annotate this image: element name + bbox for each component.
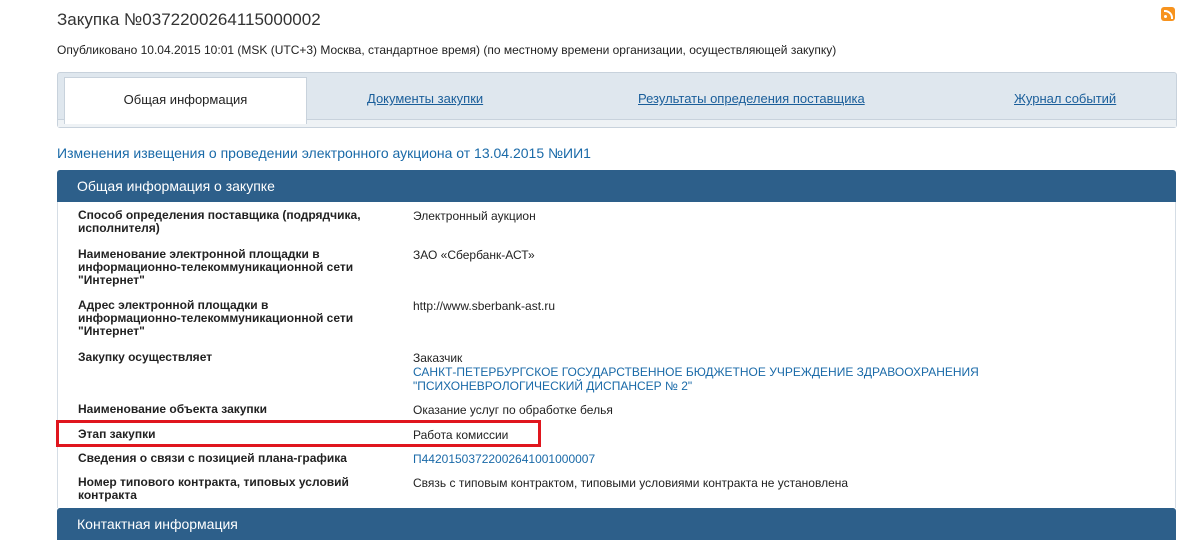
tab-bar: Общая информация Документы закупки Резул… — [57, 72, 1177, 128]
published-info: Опубликовано 10.04.2015 10:01 (MSK (UTC+… — [57, 43, 837, 57]
section-contacts-header: Контактная информация — [57, 508, 1176, 540]
tab-general-info[interactable]: Общая информация — [64, 77, 307, 124]
row-label-method: Способ определения поставщика (подрядчик… — [78, 208, 361, 235]
section-general-header: Общая информация о закупке — [57, 170, 1176, 202]
page-title: Закупка №0372200264115000002 — [57, 10, 321, 29]
stage-highlight-box — [56, 420, 541, 447]
changes-notice-link[interactable]: Изменения извещения о проведении электро… — [57, 145, 591, 161]
plan-position-link[interactable]: П44201503722002641001000007 — [413, 452, 595, 466]
row-value-platform-address: http://www.sberbank-ast.ru — [413, 299, 556, 313]
row-value-object: Оказание услуг по обработке белья — [413, 403, 613, 417]
row-label-object: Наименование объекта закупки — [78, 402, 268, 416]
tab-documents[interactable]: Документы закупки — [367, 91, 483, 106]
row-label-platform-address: Адрес электронной площадки в информацион… — [78, 298, 354, 338]
row-label-plan-position: Сведения о связи с позицией плана-график… — [78, 451, 347, 465]
tab-event-journal[interactable]: Журнал событий — [1014, 91, 1116, 106]
row-value-purchaser-role: Заказчик — [413, 351, 463, 365]
rss-icon[interactable] — [1161, 7, 1175, 21]
row-value-platform-name: ЗАО «Сбербанк-АСТ» — [413, 248, 535, 262]
row-label-contract-type: Номер типового контракта, типовых услови… — [78, 475, 349, 502]
row-label-platform-name: Наименование электронной площадки в инфо… — [78, 247, 354, 287]
row-label-purchaser: Закупку осуществляет — [78, 350, 213, 364]
row-value-method: Электронный аукцион — [413, 209, 536, 223]
purchaser-organization-link[interactable]: САНКТ-ПЕТЕРБУРГСКОЕ ГОСУДАРСТВЕННОЕ БЮДЖ… — [413, 365, 1133, 393]
tab-supplier-results[interactable]: Результаты определения поставщика — [638, 91, 865, 106]
row-value-contract-type: Связь с типовым контрактом, типовыми усл… — [413, 476, 849, 490]
